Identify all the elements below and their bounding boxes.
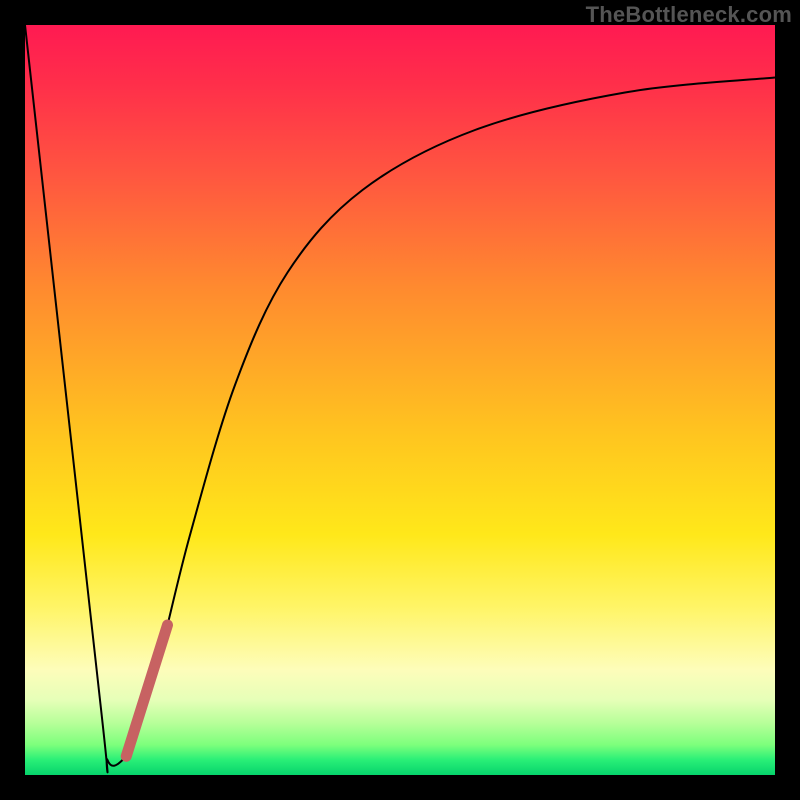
- chart-container: TheBottleneck.com: [0, 0, 800, 800]
- series-layer: [25, 25, 775, 772]
- chart-svg: [25, 25, 775, 775]
- plot-area: [25, 25, 775, 775]
- bottleneck-curve: [25, 25, 775, 772]
- highlight-segment: [126, 625, 167, 756]
- plot-frame: [25, 25, 775, 775]
